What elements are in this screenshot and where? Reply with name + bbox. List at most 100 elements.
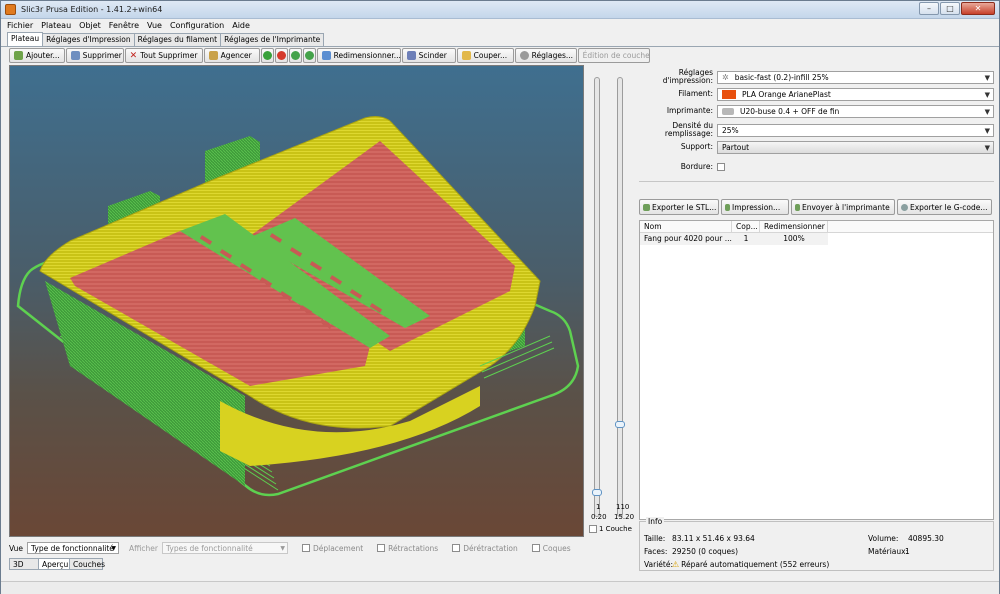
chevron-down-icon: ▼ bbox=[111, 544, 116, 552]
tab-printer-settings[interactable]: Réglages de l'Imprimante bbox=[220, 33, 325, 46]
minimize-button[interactable]: – bbox=[919, 2, 939, 15]
title-bar: Slic3r Prusa Edition - 1.41.2+win64 – □ … bbox=[1, 1, 999, 19]
toolpath-render bbox=[16, 116, 580, 497]
view-type-combo[interactable]: Type de fonctionnalité ▼ bbox=[27, 542, 119, 554]
print-button[interactable]: Impression... bbox=[721, 199, 789, 215]
gear-icon bbox=[519, 51, 529, 60]
object-list[interactable]: Nom Cop... Redimensionner Fang pour 4020… bbox=[639, 220, 994, 520]
travel-toggle[interactable]: Déplacement bbox=[301, 544, 363, 553]
app-icon bbox=[5, 4, 16, 15]
printer-combo[interactable]: U20-buse 0.4 + OFF de fin ▼ bbox=[717, 104, 994, 118]
unretractions-toggle[interactable]: Dérétractation bbox=[452, 544, 518, 553]
layer-slider[interactable]: 1 110 0.20 15.20 1 Couche bbox=[589, 65, 635, 537]
show-label: Afficher bbox=[129, 543, 158, 553]
size-label: Taille: bbox=[644, 534, 666, 543]
app-window: Slic3r Prusa Edition - 1.41.2+win64 – □ … bbox=[0, 0, 1000, 594]
unretractions-checkbox[interactable] bbox=[452, 544, 461, 552]
rotate-left-icon bbox=[290, 51, 300, 60]
filament-row: Filament: PLA Orange ArianePlast ▼ bbox=[639, 87, 994, 101]
tab-filament-settings[interactable]: Réglages du filament bbox=[133, 33, 222, 46]
cut-icon bbox=[461, 51, 471, 60]
split-icon bbox=[406, 51, 416, 60]
plus-icon bbox=[262, 51, 272, 60]
tab-preview[interactable]: Aperçu bbox=[38, 558, 70, 570]
printer-label: Imprimante: bbox=[666, 106, 713, 115]
cut-label: Couper... bbox=[473, 51, 508, 60]
export-gcode-button[interactable]: Exporter le G-code... bbox=[897, 199, 992, 215]
right-panel: Réglages d'impression: ✲ basic-fast (0.2… bbox=[639, 65, 994, 571]
gear-icon: ✲ bbox=[722, 72, 729, 82]
settings-button[interactable]: Réglages... bbox=[514, 48, 577, 63]
brim-checkbox[interactable] bbox=[717, 163, 725, 171]
chevron-down-icon: ▼ bbox=[984, 143, 990, 152]
shells-label: Coques bbox=[542, 543, 571, 553]
chevron-down-icon: ▼ bbox=[984, 73, 990, 82]
arrange-button[interactable]: Agencer bbox=[203, 48, 260, 63]
menu-help[interactable]: Aide bbox=[232, 19, 250, 32]
send-label: Envoyer à l'imprimante bbox=[802, 202, 890, 212]
tab-layers[interactable]: Couches bbox=[69, 558, 105, 570]
menu-window[interactable]: Fenêtre bbox=[109, 19, 139, 32]
layer-slider-thumb-high[interactable] bbox=[615, 421, 625, 428]
close-button[interactable]: ✕ bbox=[961, 2, 995, 15]
view-type-value: Type de fonctionnalité bbox=[31, 543, 114, 553]
column-name[interactable]: Nom bbox=[640, 221, 732, 232]
print-settings-combo[interactable]: ✲ basic-fast (0.2)-infill 25% ▼ bbox=[717, 70, 994, 84]
add-button[interactable]: Ajouter... bbox=[9, 48, 65, 63]
retractions-checkbox[interactable] bbox=[377, 544, 386, 552]
feature-types-combo[interactable]: Types de fonctionnalité ▼ bbox=[161, 542, 288, 554]
delete-all-button[interactable]: ✕ Tout Supprimer bbox=[124, 48, 203, 63]
layer-slider-track-low[interactable] bbox=[594, 77, 600, 517]
one-layer-toggle[interactable]: 1 Couche bbox=[589, 525, 632, 533]
export-stl-label: Exporter le STL... bbox=[652, 202, 717, 212]
menu-file[interactable]: Fichier bbox=[7, 19, 33, 32]
scale-button[interactable]: Redimensionner... bbox=[316, 48, 401, 63]
tab-3d[interactable]: 3D bbox=[9, 558, 39, 570]
tab-plater[interactable]: Plateau bbox=[7, 32, 44, 46]
rotate-right-button[interactable] bbox=[302, 48, 316, 63]
infill-combo[interactable]: 25% ▼ bbox=[717, 123, 994, 137]
gear-icon bbox=[901, 203, 908, 211]
printer-icon bbox=[722, 107, 734, 115]
status-bar bbox=[1, 581, 999, 594]
cut-button[interactable]: Couper... bbox=[456, 48, 514, 63]
layer-slider-thumb-low[interactable] bbox=[592, 489, 602, 496]
tab-print-settings[interactable]: Réglages d'Impression bbox=[42, 33, 135, 46]
rotate-left-button[interactable] bbox=[288, 48, 302, 63]
object-scale-cell: 100% bbox=[783, 234, 805, 243]
column-scale[interactable]: Redimensionner bbox=[760, 221, 828, 232]
decrease-instances-button[interactable] bbox=[274, 48, 288, 63]
filament-color-swatch bbox=[722, 89, 736, 99]
window-title: Slic3r Prusa Edition - 1.41.2+win64 bbox=[21, 5, 163, 14]
support-combo[interactable]: Partout ▼ bbox=[717, 140, 994, 154]
export-stl-button[interactable]: Exporter le STL... bbox=[639, 199, 719, 215]
menu-plater[interactable]: Plateau bbox=[41, 19, 71, 32]
column-copies[interactable]: Cop... bbox=[732, 221, 760, 232]
travel-checkbox[interactable] bbox=[301, 544, 310, 552]
bottom-layer-number: 1 bbox=[596, 503, 601, 511]
export-icon bbox=[643, 203, 650, 211]
retractions-toggle[interactable]: Rétractations bbox=[377, 544, 438, 553]
menu-view[interactable]: Vue bbox=[147, 19, 162, 32]
menu-object[interactable]: Objet bbox=[79, 19, 101, 32]
manifold-value: Réparé automatiquement (552 erreurs) bbox=[681, 560, 830, 569]
one-layer-checkbox[interactable] bbox=[589, 525, 597, 533]
send-to-printer-button[interactable]: Envoyer à l'imprimante bbox=[791, 199, 895, 215]
shells-checkbox[interactable] bbox=[531, 544, 540, 552]
increase-instances-button[interactable] bbox=[260, 48, 274, 63]
scale-icon bbox=[321, 51, 331, 60]
layer-editing-button[interactable]: Édition de couche bbox=[577, 48, 650, 63]
menu-configuration[interactable]: Configuration bbox=[170, 19, 224, 32]
split-button[interactable]: Scinder bbox=[401, 48, 456, 63]
layer-slider-track-high[interactable] bbox=[617, 77, 623, 517]
print-settings-row: Réglages d'impression: ✲ basic-fast (0.2… bbox=[639, 69, 994, 85]
maximize-button[interactable]: □ bbox=[940, 2, 960, 15]
preview-3d-canvas[interactable] bbox=[9, 65, 584, 537]
size-value: 83.11 x 51.46 x 93.64 bbox=[672, 534, 755, 543]
arrange-label: Agencer bbox=[220, 51, 252, 60]
shells-toggle[interactable]: Coques bbox=[531, 543, 571, 553]
filament-combo[interactable]: PLA Orange ArianePlast ▼ bbox=[717, 87, 994, 101]
faces-value: 29250 (0 coques) bbox=[672, 547, 738, 556]
table-row[interactable]: Fang pour 4020 pour ... 1 100% bbox=[640, 233, 828, 245]
delete-button[interactable]: Supprimer bbox=[65, 48, 124, 63]
